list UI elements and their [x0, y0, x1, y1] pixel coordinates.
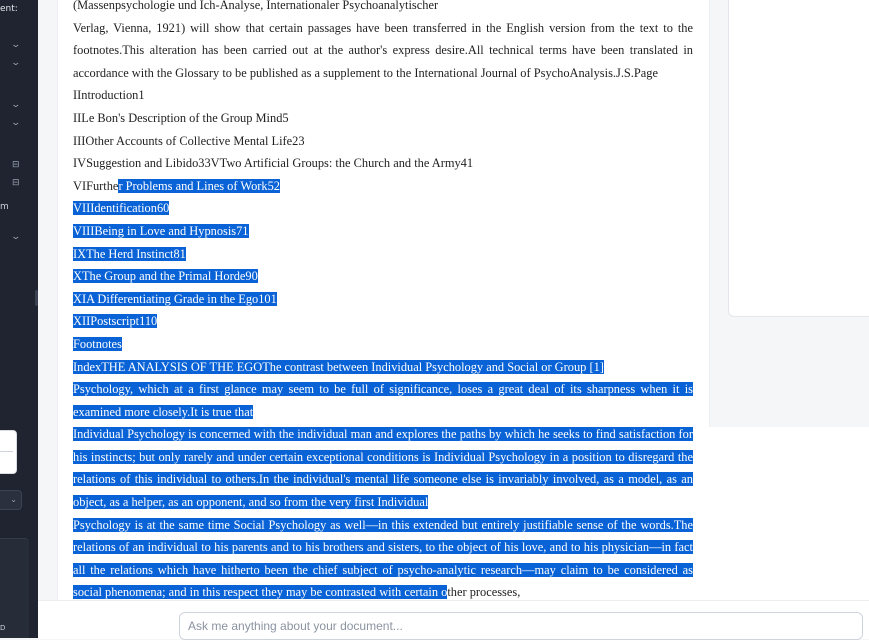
toc-entry: VIFurther Problems and Lines of Work52 [73, 175, 693, 198]
toc-entry: IVSuggestion and Libido33VTwo Artificial… [73, 156, 474, 171]
doc-paragraph: Individual Psychology is concerned with … [73, 427, 693, 510]
chat-input[interactable] [179, 612, 863, 640]
toc-entry: Footnotes [73, 336, 122, 351]
toc-entry-unselected: VIFurthe [73, 178, 119, 193]
doc-line: (Massenpsychologie und Ich-Analyse, Inte… [73, 0, 439, 12]
sidebar-footer [0, 538, 29, 638]
chevron-down-icon[interactable]: ⌄ [10, 58, 21, 68]
toc-entry: VIIIdentification60 [73, 201, 170, 216]
toc-entry: XThe Group and the Primal Horde90 [73, 269, 258, 284]
sidebar-label-fragment: m [0, 202, 9, 212]
chevron-down-icon: ⌄ [10, 495, 17, 504]
sidebar-select[interactable]: ⌄ [0, 490, 22, 510]
document-text[interactable]: (Massenpsychologie und Ich-Analyse, Inte… [73, 0, 693, 604]
doc-paragraph: Psychology is at the same time Social Ps… [73, 517, 693, 600]
document-page: (Massenpsychologie und Ich-Analyse, Inte… [57, 0, 710, 605]
sidebar-label-fragment: ent: [0, 4, 18, 14]
toc-entry: XIIPostscript110 [73, 314, 158, 329]
right-panel [728, 0, 869, 317]
chevron-down-icon[interactable]: ⌄ [10, 100, 21, 110]
left-sidebar: ent: ⌄ ⌄ ⌄ ⌄ ⊟ ⊟ m ⌄ ⌄ D [0, 0, 38, 638]
toc-entry: IIntroduction1 [73, 88, 145, 103]
selected-text: r Problems and Lines of Work52 [118, 178, 280, 193]
toc-entry: IILe Bon's Description of the Group Mind… [73, 110, 289, 125]
doc-paragraph: Verlag, Vienna, 1921) will show that cer… [73, 20, 693, 80]
chevron-down-icon[interactable]: ⌄ [10, 232, 21, 242]
doc-paragraph: Psychology, which at a first glance may … [73, 382, 693, 419]
doc-paragraph-unselected: ther processes, [447, 585, 521, 600]
toc-entry: XIA Differentiating Grade in the Ego101 [73, 291, 277, 306]
chevron-down-icon[interactable]: ⌄ [10, 118, 21, 128]
doc-heading-line: IndexTHE ANALYSIS OF THE EGOThe contrast… [73, 359, 604, 374]
document-icon[interactable]: ⊟ [12, 178, 20, 188]
toc-entry: IIIOther Accounts of Collective Mental L… [73, 133, 305, 148]
chevron-down-icon[interactable]: ⌄ [10, 40, 21, 50]
toc-entry: VIIIBeing in Love and Hypnosis71 [73, 223, 249, 238]
sidebar-footer-fragment: D [0, 624, 6, 632]
document-icon[interactable]: ⊟ [12, 160, 20, 170]
sidebar-card[interactable] [0, 430, 17, 474]
toc-entry: IXThe Herd Instinct81 [73, 246, 186, 261]
